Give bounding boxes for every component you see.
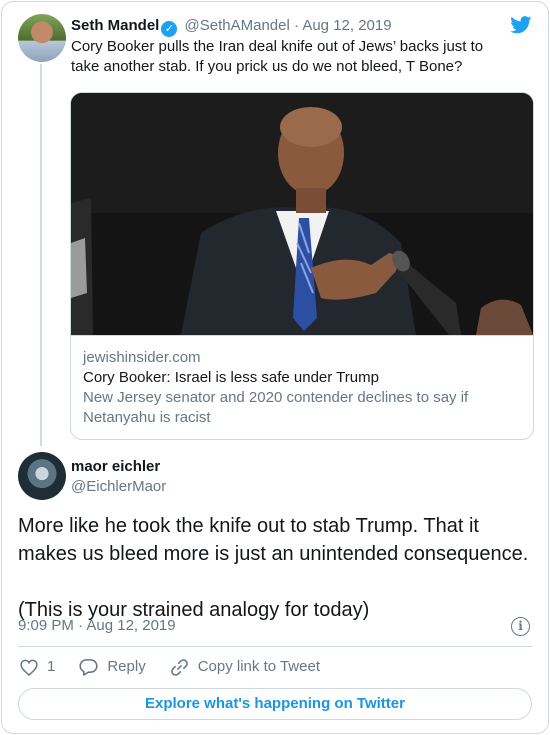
tweet-date[interactable]: · Aug 12, 2019 [294,17,392,34]
verified-badge-icon: ✓ [161,21,178,37]
divider [18,646,532,647]
tweet-embed-card: Seth Mandel ✓ @SethAMandel · Aug 12, 2019… [1,1,549,734]
reply-button[interactable]: Reply [79,657,146,677]
reply-author-name[interactable]: maor eichler [71,457,160,477]
link-preview-text: jewishinsider.com Cory Booker: Israel is… [71,335,533,439]
link-preview-card[interactable]: jewishinsider.com Cory Booker: Israel is… [70,92,534,440]
like-count: 1 [47,658,56,675]
twitter-bird-icon[interactable] [510,16,532,34]
avatar[interactable] [18,14,66,62]
reply-author-handle[interactable]: @EichlerMaor [71,477,166,497]
link-icon [170,658,188,676]
thread-connector-line [40,64,42,446]
link-domain: jewishinsider.com [83,349,201,366]
link-preview-image [71,93,533,335]
copy-link-button[interactable]: Copy link to Tweet [170,657,320,677]
info-icon[interactable]: i [511,617,530,636]
link-title: Cory Booker: Israel is less safe under T… [83,369,379,386]
author-handle[interactable]: @SethAMandel [185,17,290,34]
copy-link-label: Copy link to Tweet [197,658,320,675]
like-button[interactable]: 1 [20,657,55,677]
reply-tweet-text: More like he took the knife out to stab … [18,515,529,621]
parent-tweet-header: Seth Mandel ✓ @SethAMandel · Aug 12, 2019 [71,16,392,37]
heart-icon [20,659,38,676]
reply-bubble-icon [79,659,98,676]
parent-tweet-text: Cory Booker pulls the Iran deal knife ou… [71,38,484,75]
reply-label: Reply [107,658,146,675]
explore-twitter-button[interactable]: Explore what's happening on Twitter [18,688,532,720]
reply-timestamp[interactable]: 9:09 PM · Aug 12, 2019 [18,616,176,636]
tweet-actions: 1 Reply Copy link to Tweet [20,657,344,677]
link-description: New Jersey senator and 2020 contender de… [83,389,469,426]
reply-avatar[interactable] [18,452,66,500]
author-name[interactable]: Seth Mandel [71,17,159,34]
